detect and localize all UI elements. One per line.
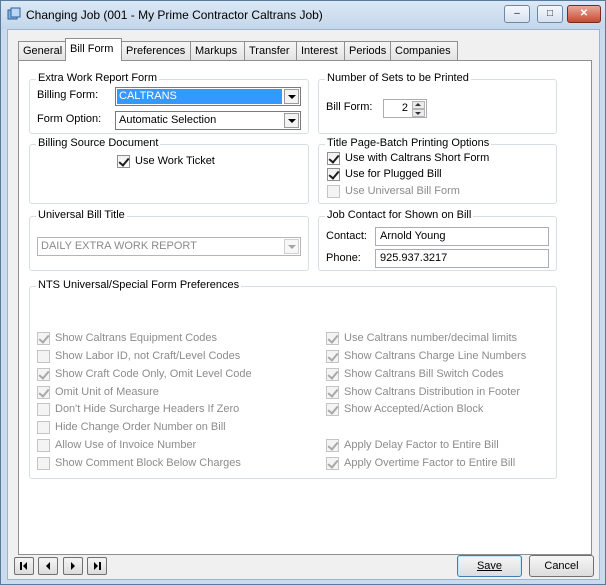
checkbox-box bbox=[37, 367, 50, 381]
checkbox-box bbox=[326, 385, 339, 399]
tab-preferences[interactable]: Preferences bbox=[121, 41, 191, 60]
checkbox-box bbox=[37, 403, 50, 417]
nts-option-label: Don't Hide Surcharge Headers If Zero bbox=[55, 403, 240, 416]
checkbox-box bbox=[326, 456, 339, 470]
universal-bill-title-title: Universal Bill Title bbox=[36, 209, 127, 221]
bill-form-panel: Extra Work Report Form Billing Form: CAL… bbox=[18, 60, 592, 555]
use-universal-bill-form-label: Use Universal Bill Form bbox=[345, 185, 460, 197]
nts-option-label: Apply Delay Factor to Entire Bill bbox=[344, 439, 499, 452]
universal-bill-title-value: DAILY EXTRA WORK REPORT bbox=[41, 240, 197, 252]
checkbox-box bbox=[327, 185, 340, 198]
chevron-down-icon[interactable] bbox=[284, 113, 299, 128]
phone-field[interactable]: 925.937.3217 bbox=[375, 249, 549, 268]
window-title: Changing Job (001 - My Prime Contractor … bbox=[26, 8, 323, 22]
app-window-icon bbox=[7, 7, 21, 20]
job-contact-title: Job Contact for Shown on Bill bbox=[325, 209, 474, 221]
nts-option-label: Show Comment Block Below Charges bbox=[55, 456, 241, 469]
chevron-down-icon bbox=[284, 239, 299, 254]
tab-interest[interactable]: Interest bbox=[296, 41, 345, 60]
title-bar[interactable]: Changing Job (001 - My Prime Contractor … bbox=[1, 1, 605, 29]
checkbox-box bbox=[37, 385, 50, 399]
checkbox-box bbox=[326, 367, 339, 381]
nts-option-label: Show Caltrans Bill Switch Codes bbox=[344, 367, 504, 380]
bill-form-sets-value: 2 bbox=[401, 102, 408, 114]
tab-transfer[interactable]: Transfer bbox=[244, 41, 297, 60]
tab-markups[interactable]: Markups bbox=[190, 41, 245, 60]
dialog-body: General Bill Form Preferences Markups Tr… bbox=[7, 29, 600, 580]
use-caltrans-short-form-label: Use with Caltrans Short Form bbox=[345, 152, 490, 164]
next-record-icon bbox=[71, 562, 75, 570]
nts-option-label: Show Labor ID, not Craft/Level Codes bbox=[55, 349, 241, 362]
billing-source-title: Billing Source Document bbox=[36, 137, 161, 149]
maximize-button[interactable]: □ bbox=[537, 5, 563, 23]
nts-option-label: Show Caltrans Charge Line Numbers bbox=[344, 349, 527, 362]
previous-record-button[interactable] bbox=[38, 557, 58, 575]
extra-work-report-title: Extra Work Report Form bbox=[36, 72, 159, 84]
nts-option-label: Show Craft Code Only, Omit Level Code bbox=[55, 367, 252, 380]
checkbox-box[interactable] bbox=[117, 155, 130, 168]
billing-form-label: Billing Form: bbox=[37, 89, 99, 101]
checkbox-box[interactable] bbox=[327, 168, 340, 181]
nts-option-label: Show Caltrans Equipment Codes bbox=[55, 332, 218, 344]
checkbox-box[interactable] bbox=[327, 152, 340, 165]
close-button[interactable]: ✕ bbox=[567, 5, 601, 23]
bill-form-sets-label: Bill Form: bbox=[326, 101, 373, 113]
checkbox-box bbox=[37, 332, 50, 345]
checkbox-box bbox=[326, 332, 339, 345]
universal-bill-title-select: DAILY EXTRA WORK REPORT bbox=[37, 237, 301, 256]
first-record-button[interactable] bbox=[14, 557, 34, 575]
checkbox-box bbox=[37, 456, 50, 470]
checkbox-box bbox=[37, 439, 50, 453]
spin-down-icon[interactable] bbox=[412, 109, 425, 117]
checkbox-box bbox=[37, 349, 50, 363]
window: Changing Job (001 - My Prime Contractor … bbox=[0, 0, 606, 585]
use-work-ticket-label: Use Work Ticket bbox=[135, 155, 215, 167]
previous-record-icon bbox=[46, 562, 50, 570]
spin-up-icon[interactable] bbox=[412, 101, 425, 109]
nts-option-label: Use Caltrans number/decimal limits bbox=[344, 332, 517, 344]
nts-option-label: Show Accepted/Action Block bbox=[344, 403, 484, 416]
last-record-button[interactable] bbox=[87, 557, 107, 575]
title-page-title: Title Page-Batch Printing Options bbox=[325, 137, 492, 149]
billing-source-group: Billing Source Document bbox=[29, 137, 309, 204]
chevron-down-icon[interactable] bbox=[284, 89, 299, 104]
nts-option-label: Allow Use of Invoice Number bbox=[55, 439, 197, 452]
nts-option-label: Apply Overtime Factor to Entire Bill bbox=[344, 456, 516, 469]
use-for-plugged-bill-label: Use for Plugged Bill bbox=[345, 168, 442, 180]
tab-general[interactable]: General bbox=[18, 41, 66, 60]
phone-label: Phone: bbox=[326, 252, 361, 264]
save-label: Save bbox=[476, 560, 503, 572]
nts-option-label: Show Caltrans Distribution in Footer bbox=[344, 385, 521, 398]
minimize-button[interactable]: – bbox=[504, 5, 530, 23]
checkbox-box bbox=[37, 421, 50, 435]
tab-periods[interactable]: Periods bbox=[344, 41, 391, 60]
nts-option-label: Hide Change Order Number on Bill bbox=[55, 421, 226, 434]
nts-option-label: Omit Unit of Measure bbox=[55, 385, 159, 398]
checkbox-box bbox=[326, 403, 339, 417]
contact-label: Contact: bbox=[326, 230, 367, 242]
next-record-button[interactable] bbox=[63, 557, 83, 575]
form-option-label: Form Option: bbox=[37, 113, 102, 125]
save-button[interactable]: Save bbox=[457, 555, 522, 577]
tab-bill-form[interactable]: Bill Form bbox=[65, 38, 122, 61]
contact-field[interactable]: Arnold Young bbox=[375, 227, 549, 246]
form-option-value: Automatic Selection bbox=[119, 114, 217, 126]
sets-printed-title: Number of Sets to be Printed bbox=[325, 72, 471, 84]
last-record-icon bbox=[94, 562, 101, 570]
bill-form-sets-stepper[interactable]: 2 bbox=[383, 99, 427, 118]
billing-form-select[interactable]: CALTRANS bbox=[115, 87, 301, 106]
checkbox-box bbox=[326, 439, 339, 453]
first-record-icon bbox=[20, 562, 27, 570]
nts-preferences-title: NTS Universal/Special Form Preferences bbox=[36, 279, 242, 291]
tab-companies[interactable]: Companies bbox=[390, 41, 458, 60]
form-option-select[interactable]: Automatic Selection bbox=[115, 111, 301, 130]
cancel-button[interactable]: Cancel bbox=[529, 555, 594, 577]
billing-form-value: CALTRANS bbox=[117, 89, 282, 104]
checkbox-box bbox=[326, 349, 339, 363]
